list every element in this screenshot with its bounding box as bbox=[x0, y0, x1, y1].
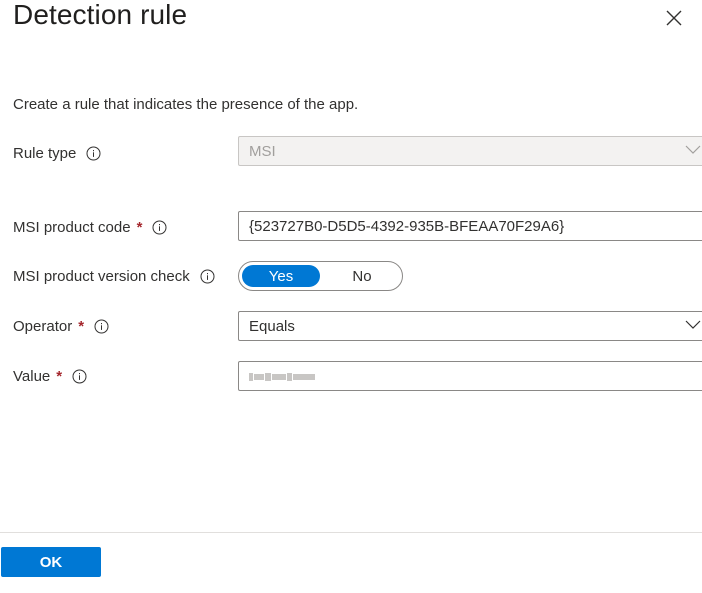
version-check-label: MSI product version check bbox=[13, 267, 190, 285]
panel-title: Detection rule bbox=[13, 0, 188, 30]
rule-type-row: Rule type MSI bbox=[0, 136, 702, 168]
chevron-down-icon bbox=[685, 145, 701, 155]
info-icon[interactable] bbox=[86, 146, 101, 161]
version-check-label-group: MSI product version check bbox=[13, 261, 215, 291]
value-label-group: Value * bbox=[13, 361, 87, 391]
required-asterisk: * bbox=[78, 317, 85, 335]
panel-description: Create a rule that indicates the presenc… bbox=[13, 96, 359, 113]
redacted-value bbox=[249, 373, 315, 381]
rule-type-label-group: Rule type bbox=[13, 138, 101, 168]
required-asterisk: * bbox=[136, 218, 143, 236]
product-code-row: MSI product code * {523727B0-D5D5-4392-9… bbox=[0, 211, 702, 242]
product-code-label-group: MSI product code * bbox=[13, 212, 167, 242]
value-row: Value * bbox=[0, 361, 702, 391]
info-icon[interactable] bbox=[152, 220, 167, 235]
close-icon bbox=[666, 10, 682, 26]
info-icon[interactable] bbox=[94, 319, 109, 334]
product-code-value: {523727B0-D5D5-4392-935B-BFEAA70F29A6} bbox=[249, 217, 565, 235]
info-icon[interactable] bbox=[72, 369, 87, 384]
close-button[interactable] bbox=[660, 4, 688, 32]
ok-button[interactable]: OK bbox=[1, 547, 101, 577]
operator-value: Equals bbox=[249, 317, 295, 335]
operator-row: Operator * Equals bbox=[0, 311, 702, 341]
required-asterisk: * bbox=[56, 367, 63, 385]
value-input[interactable] bbox=[238, 361, 702, 391]
product-code-input[interactable]: {523727B0-D5D5-4392-935B-BFEAA70F29A6} bbox=[238, 211, 702, 241]
product-code-label: MSI product code bbox=[13, 218, 131, 236]
rule-type-label: Rule type bbox=[13, 144, 77, 162]
rule-type-select[interactable]: MSI bbox=[238, 136, 702, 166]
chevron-down-icon bbox=[685, 320, 701, 330]
toggle-option-no[interactable]: No bbox=[323, 265, 401, 287]
footer-divider bbox=[0, 532, 702, 533]
operator-select[interactable]: Equals bbox=[238, 311, 702, 341]
operator-label: Operator bbox=[13, 317, 73, 335]
version-check-row: MSI product version check Yes No bbox=[0, 261, 702, 291]
operator-label-group: Operator * bbox=[13, 311, 109, 341]
rule-type-value: MSI bbox=[249, 142, 276, 160]
toggle-option-yes[interactable]: Yes bbox=[242, 265, 320, 287]
info-icon[interactable] bbox=[200, 269, 215, 284]
version-check-toggle[interactable]: Yes No bbox=[238, 261, 403, 291]
value-label: Value bbox=[13, 367, 51, 385]
